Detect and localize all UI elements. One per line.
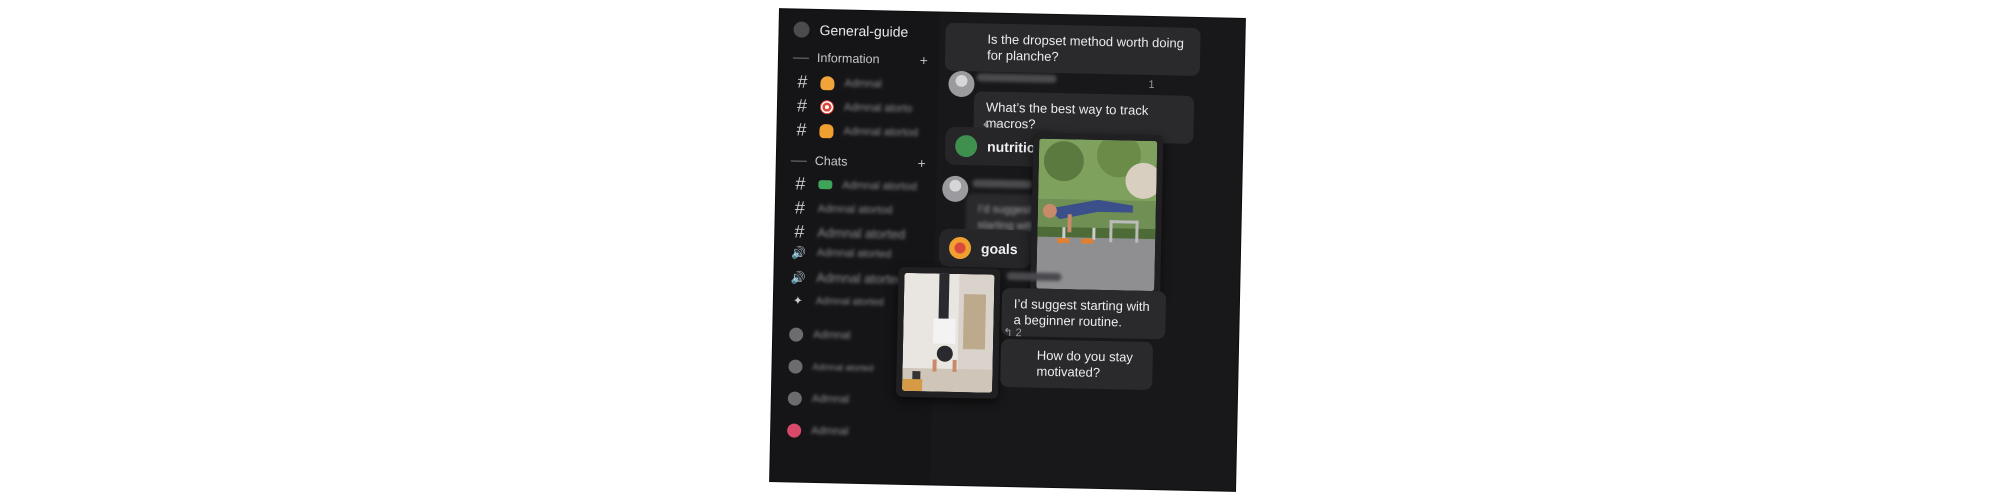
channel-name-blurred: Admnal atortod — [842, 179, 918, 193]
speaker-icon: 🔊 — [791, 245, 807, 260]
channel-item[interactable]: # Admnal atortod — [792, 197, 932, 221]
channel-item[interactable]: # Admnal — [794, 72, 934, 96]
username-blurred — [976, 73, 1057, 83]
hash-icon: # — [794, 197, 806, 218]
message-text: Is the dropset method worth doing for pl… — [986, 31, 1185, 65]
add-channel-button[interactable]: + — [920, 52, 929, 68]
guild-name: General-guide — [819, 22, 909, 40]
message-text: What’s the best way to track macros? — [985, 99, 1149, 132]
goals-icon — [948, 236, 972, 260]
add-channel-button[interactable]: + — [917, 155, 926, 171]
channel-name-blurred: Admnal atorted — [816, 247, 892, 261]
dm-item[interactable]: Admnal — [787, 423, 927, 440]
sidebar: General-guide Information + # Admnal # A… — [770, 9, 940, 485]
voice-channel-item[interactable]: 🔊 Admnal atorted — [791, 245, 931, 262]
handstand-photo-image — [902, 272, 995, 393]
hash-icon: # — [796, 95, 808, 116]
hand-icon — [819, 123, 834, 138]
collapse-icon — [792, 56, 809, 59]
reply-number: 2 — [1015, 327, 1022, 340]
speaker-icon: 🔊 — [790, 269, 806, 285]
username-blurred — [1006, 271, 1062, 282]
section-chats[interactable]: Chats + — [790, 152, 926, 171]
message-text: How do you stay motivated? — [1036, 347, 1134, 380]
message-bubble[interactable]: How do you stay motivated? — [1000, 338, 1154, 391]
green-badge-icon — [818, 180, 833, 190]
message-bubble[interactable]: I’d suggest starting with a beginner rou… — [1001, 287, 1167, 340]
dm-name-blurred: Admnal — [811, 392, 850, 406]
thread-reply-count[interactable]: ↰ 2 — [1003, 326, 1022, 339]
avatar — [788, 359, 803, 374]
channel-name-blurred: Admnal atorted — [815, 295, 884, 308]
hash-icon: # — [794, 221, 805, 242]
bell-icon — [820, 75, 835, 90]
dm-name-blurred: Admnal — [813, 328, 851, 342]
dm-name-blurred: Admnal atorted — [812, 361, 874, 374]
channel-name-blurred: Admnal — [844, 77, 882, 90]
channel-item[interactable]: # Admnal atortod — [792, 173, 932, 197]
avatar — [787, 423, 802, 438]
reply-count: 1 — [1148, 78, 1155, 92]
planche-photo-image — [1036, 138, 1158, 292]
tag-label: goals — [980, 240, 1018, 258]
channel-name-blurred: Admnal atortod — [843, 125, 919, 139]
message-text: I’d suggest starting with a beginner rou… — [1013, 296, 1150, 330]
section-title: Chats — [814, 153, 848, 169]
channel-name-blurred: Admnal atorted — [816, 270, 905, 287]
channel-name-blurred: Admnal atorto — [843, 101, 913, 115]
bell-icon: ✦ — [792, 293, 804, 308]
channel-name-blurred: Admnal atortod — [817, 202, 893, 217]
dm-name-blurred: Admnal — [811, 424, 849, 438]
tag-goals[interactable]: goals — [938, 228, 1032, 269]
username-blurred — [972, 179, 1033, 189]
hash-icon: # — [795, 173, 806, 194]
target-icon — [819, 99, 835, 114]
chat-area: Is the dropset method worth doing for pl… — [895, 12, 1245, 491]
avatar — [948, 70, 975, 98]
planche-photo — [1036, 138, 1158, 292]
hash-icon: # — [796, 119, 807, 140]
nutrition-icon — [954, 134, 978, 158]
guild-header[interactable]: General-guide — [793, 21, 909, 40]
section-title: Information — [816, 50, 880, 67]
channel-name-blurred: Admnal atorted — [817, 225, 906, 242]
avatar — [789, 327, 804, 342]
channel-item[interactable]: # Admnal atorto — [794, 95, 934, 119]
channel-item[interactable]: # Admnal atortod — [793, 119, 933, 143]
app-window: General-guide Information + # Admnal # A… — [770, 9, 1245, 491]
channel-item[interactable]: # Admnal atorted — [791, 221, 931, 245]
image-attachment[interactable] — [895, 266, 1001, 399]
stage: General-guide Information + # Admnal # A… — [0, 0, 2000, 500]
message-bubble[interactable]: Is the dropset method worth doing for pl… — [944, 22, 1201, 76]
collapse-icon — [790, 159, 807, 162]
guild-avatar — [793, 21, 810, 38]
hash-icon: # — [797, 71, 808, 92]
avatar — [787, 391, 802, 406]
section-information[interactable]: Information + — [792, 49, 929, 68]
avatar — [941, 175, 969, 203]
handstand-photo — [902, 272, 995, 393]
